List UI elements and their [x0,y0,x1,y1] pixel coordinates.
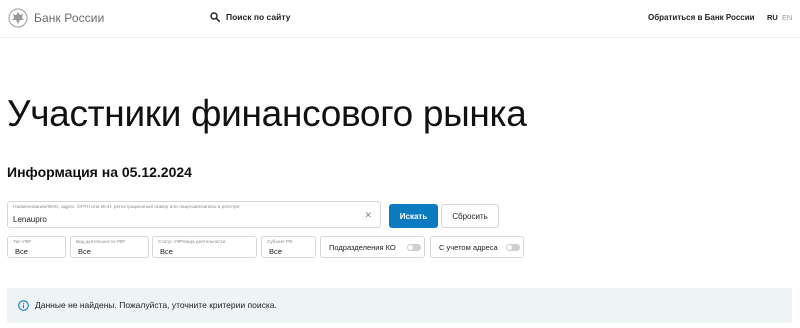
toggle-ko-switch[interactable] [407,244,421,251]
filter-region-select[interactable]: Субъект РФ Все [261,236,316,258]
filter-activity-select[interactable]: Вид деятельности УФР Все [70,236,149,258]
logo-text: Банк России [34,11,105,25]
filter-type-select[interactable]: Тип УФР Все [7,236,66,258]
contact-bank-link[interactable]: Обратиться в Банк России [648,13,755,22]
toggle-address: С учетом адреса [430,236,524,258]
filter-region-label: Субъект РФ [267,239,293,244]
close-icon[interactable]: ✕ [364,211,372,220]
language-switcher: RU EN [767,13,792,22]
toggle-ko-label: Подразделения КО [329,243,396,252]
logo[interactable]: Банк России [8,8,104,28]
site-header: Банк России Поиск по сайту Обратиться в … [0,0,800,38]
search-input-value[interactable]: Lenaupro [13,215,47,224]
toggle-ko-knob [408,245,413,250]
filter-activity-value: Все [78,247,91,256]
search-button[interactable]: Искать [389,204,438,228]
site-search-link[interactable]: Поиск по сайту [210,12,290,22]
info-date-heading: Информация на 05.12.2024 [7,164,192,180]
filter-type-label: Тип УФР [13,239,32,244]
site-search-label: Поиск по сайту [226,12,291,22]
reset-button[interactable]: Сбросить [441,204,499,228]
filter-status-select[interactable]: Статус УФР/вида деятельности Все [152,236,257,258]
toggle-address-label: С учетом адреса [439,243,498,252]
toggle-ko-divisions: Подразделения КО [320,236,425,258]
search-icon [210,12,220,22]
page-title: Участники финансового рынка [7,93,527,134]
filter-region-value: Все [269,247,282,256]
filter-status-value: Все [160,247,173,256]
filter-activity-label: Вид деятельности УФР [76,239,126,244]
double-headed-eagle-icon [8,8,28,28]
filter-status-label: Статус УФР/вида деятельности [158,239,226,244]
filter-type-value: Все [15,247,28,256]
no-results-text: Данные не найдены. Пожалуйста, уточните … [35,300,277,310]
toggle-address-knob [507,245,512,250]
lang-ru-link[interactable]: RU [767,13,778,22]
lang-en-link[interactable]: EN [782,13,792,22]
info-icon [18,300,29,311]
toggle-address-switch[interactable] [506,244,520,251]
search-input[interactable]: Наименование/ФИО, адрес, ОГРН или ИНН, р… [7,201,381,228]
search-input-label: Наименование/ФИО, адрес, ОГРН или ИНН, р… [13,205,240,210]
no-results-notice: Данные не найдены. Пожалуйста, уточните … [7,288,792,323]
